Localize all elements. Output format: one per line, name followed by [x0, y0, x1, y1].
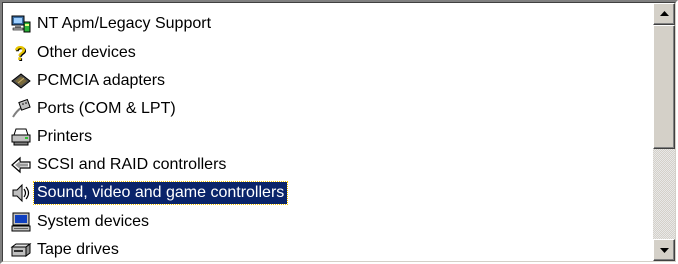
svg-text:?: ?: [14, 43, 26, 64]
port-connector-icon: [9, 97, 33, 121]
tree-item-system-devices[interactable]: System devices: [9, 210, 152, 234]
tree-item-sound-video-game[interactable]: Sound, video and game controllers: [9, 181, 289, 205]
tree-item-ports[interactable]: Ports (COM & LPT): [9, 97, 179, 121]
tape-drive-icon: [9, 238, 33, 261]
device-tree-list: NT Apm/Legacy Support ? ? Other devices: [3, 3, 653, 261]
arrow-up-icon: [659, 11, 669, 16]
scroll-up-button[interactable]: [653, 3, 675, 25]
apm-legacy-icon: [9, 12, 33, 36]
tree-item-scsi-raid[interactable]: SCSI and RAID controllers: [9, 153, 229, 177]
scroll-down-button[interactable]: [653, 239, 675, 261]
arrow-down-icon: [659, 248, 669, 253]
vertical-scrollbar[interactable]: [653, 3, 675, 261]
tree-item-other-devices[interactable]: ? ? Other devices: [9, 41, 139, 65]
pcmcia-card-icon: [9, 69, 33, 93]
tree-item-tape-drives[interactable]: Tape drives: [9, 238, 122, 261]
tree-item-label: Tape drives: [37, 241, 119, 258]
computer-icon: [9, 210, 33, 234]
printer-icon: [9, 125, 33, 149]
scroll-thumb[interactable]: [653, 25, 675, 149]
device-tree-frame: NT Apm/Legacy Support ? ? Other devices: [0, 0, 678, 264]
tree-item-printers[interactable]: Printers: [9, 125, 95, 149]
question-mark-icon: ? ?: [9, 41, 33, 65]
tree-item-label: SCSI and RAID controllers: [37, 156, 227, 173]
speaker-icon: [9, 181, 33, 205]
tree-item-label: Sound, video and game controllers: [32, 181, 289, 205]
tree-item-nt-apm-legacy[interactable]: NT Apm/Legacy Support: [9, 12, 214, 36]
tree-item-label: NT Apm/Legacy Support: [37, 15, 212, 32]
scsi-controller-icon: [9, 153, 33, 177]
tree-item-label: PCMCIA adapters: [37, 72, 166, 89]
tree-item-pcmcia-adapters[interactable]: PCMCIA adapters: [9, 69, 168, 93]
tree-item-label: System devices: [37, 213, 150, 230]
tree-item-label: Other devices: [37, 44, 136, 61]
tree-item-label: Printers: [37, 128, 93, 145]
device-tree-view[interactable]: NT Apm/Legacy Support ? ? Other devices: [2, 2, 676, 262]
tree-item-label: Ports (COM & LPT): [37, 100, 176, 117]
